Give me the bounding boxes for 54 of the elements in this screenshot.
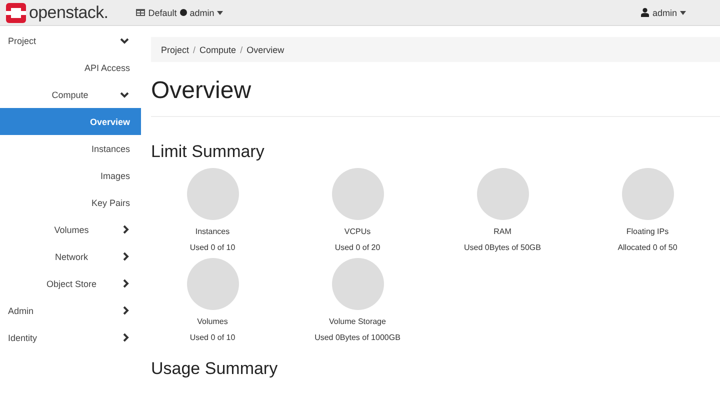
breadcrumb-link[interactable]: Project — [161, 44, 190, 54]
table-icon — [136, 9, 146, 16]
pie-chart — [186, 258, 238, 310]
breadcrumb-separator: / — [193, 44, 196, 54]
chart-reading: Used 0Bytes of 1000GB — [314, 333, 400, 342]
section-title: Limit Summary — [151, 142, 266, 162]
sidebar-group[interactable]: Project — [0, 27, 141, 54]
pie-chart — [332, 258, 384, 310]
pie-chart — [476, 168, 528, 220]
sidebar-item[interactable]: Overview — [0, 108, 141, 135]
chevron-right-icon — [123, 333, 129, 342]
chart-label: Instances — [195, 227, 230, 236]
sidebar-item[interactable]: API Access — [0, 54, 141, 81]
chart-reading: Used 0 of 10 — [190, 333, 236, 342]
sidebar-group[interactable]: Admin — [0, 297, 141, 324]
chevron-right-icon — [123, 252, 129, 261]
dot-icon — [180, 9, 187, 16]
chart-label: VCPUs — [344, 227, 371, 236]
pie-chart — [622, 168, 674, 220]
chart-label: Volumes — [197, 317, 228, 326]
breadcrumb-separator: / — [240, 44, 243, 54]
user-menu[interactable]: admin — [639, 6, 688, 20]
project-selector[interactable]: Default admin — [134, 6, 226, 20]
chevron-down-icon — [120, 92, 129, 98]
breadcrumb-link[interactable]: Compute — [200, 44, 236, 54]
breadcrumb-link[interactable]: Overview — [246, 44, 284, 54]
sidebar-group[interactable]: Compute — [0, 81, 141, 108]
pie-chart — [186, 168, 238, 220]
sidebar-group[interactable]: Network — [0, 243, 141, 270]
section-title: Usage Summary — [151, 359, 279, 379]
sidebar-item[interactable]: Key Pairs — [0, 189, 141, 216]
caret-icon — [680, 10, 686, 14]
chart-label: Floating IPs — [626, 227, 669, 236]
logo-icon — [6, 2, 26, 22]
sidebar-group[interactable]: Volumes — [0, 216, 141, 243]
chart-label: RAM — [494, 227, 512, 236]
sidebar-item[interactable]: Instances — [0, 135, 141, 162]
pie-chart — [332, 168, 384, 220]
chart-reading: Allocated 0 of 50 — [618, 243, 678, 252]
chevron-right-icon — [123, 279, 129, 288]
chart-reading: Used 0 of 20 — [334, 243, 380, 252]
sidebar-group[interactable]: Object Store — [0, 270, 141, 297]
chart-label: Volume Storage — [329, 317, 386, 326]
page-title: Overview — [151, 77, 252, 105]
chart-reading: Used 0 of 10 — [190, 243, 236, 252]
logo-text: openstack. — [29, 2, 108, 22]
chevron-right-icon — [123, 306, 129, 315]
chevron-down-icon — [120, 38, 129, 44]
sidebar-group[interactable]: Identity — [0, 324, 141, 351]
sidebar-item[interactable]: Images — [0, 162, 141, 189]
caret-icon — [217, 10, 224, 14]
chevron-right-icon — [123, 225, 129, 234]
chart-reading: Used 0Bytes of 50GB — [464, 243, 541, 252]
user-icon — [641, 8, 650, 17]
